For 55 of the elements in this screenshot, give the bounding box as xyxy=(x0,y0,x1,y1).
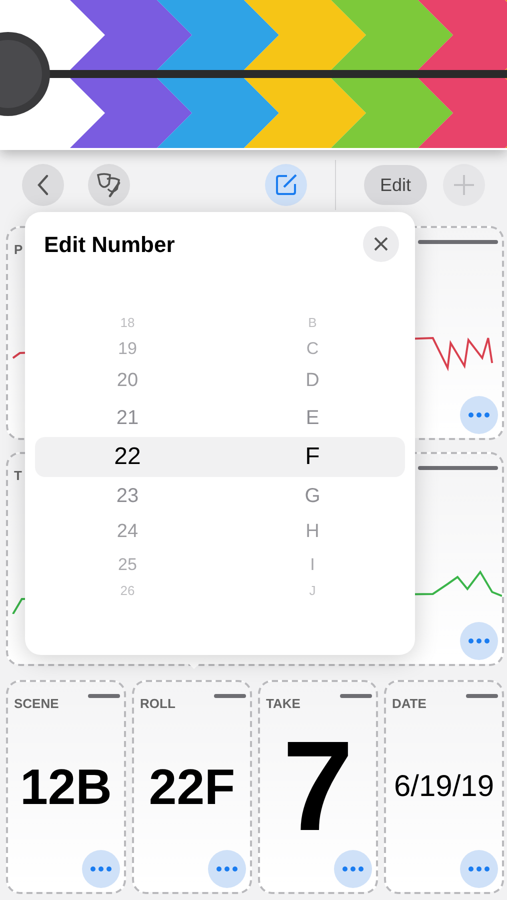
drag-handle[interactable] xyxy=(340,694,372,698)
edit-button[interactable]: Edit xyxy=(364,165,427,205)
slot-label: TAKE xyxy=(266,695,300,713)
more-button[interactable] xyxy=(208,850,246,888)
panel-label: P xyxy=(14,241,23,259)
theme-button[interactable] xyxy=(88,164,130,206)
picker-option[interactable]: J xyxy=(220,580,405,602)
panel-label: T xyxy=(14,467,22,485)
picker-option[interactable]: H xyxy=(220,515,405,550)
slot-value: 12B xyxy=(20,762,112,812)
more-icon xyxy=(342,866,364,872)
drag-handle[interactable] xyxy=(418,240,498,244)
picker-option[interactable]: I xyxy=(220,550,405,580)
close-icon xyxy=(374,237,388,251)
slot-label: SCENE xyxy=(14,695,59,713)
picker-option[interactable]: D xyxy=(220,364,405,399)
drag-handle[interactable] xyxy=(466,694,498,698)
back-button[interactable] xyxy=(22,164,64,206)
drag-handle[interactable] xyxy=(214,694,246,698)
slot-value: 6/19/19 xyxy=(394,772,494,802)
picker-option[interactable]: C xyxy=(220,334,405,364)
more-button[interactable] xyxy=(460,622,498,660)
picker-option[interactable]: 20 xyxy=(35,364,220,399)
popover-title: Edit Number xyxy=(44,230,175,258)
picker-option[interactable]: 18 xyxy=(35,312,220,334)
more-icon xyxy=(468,412,490,418)
plus-icon xyxy=(453,174,475,196)
more-icon xyxy=(468,638,490,644)
more-icon xyxy=(468,866,490,872)
picker-option[interactable]: F xyxy=(220,437,405,477)
close-button[interactable] xyxy=(363,226,399,262)
more-button[interactable] xyxy=(334,850,372,888)
slot-label: DATE xyxy=(392,695,426,713)
picker-option[interactable]: G xyxy=(220,477,405,515)
picker-option[interactable]: 25 xyxy=(35,550,220,580)
slot-label: ROLL xyxy=(140,695,176,713)
picker-option[interactable]: 21 xyxy=(35,399,220,437)
picker-option[interactable]: 19 xyxy=(35,334,220,364)
picker-option[interactable]: E xyxy=(220,399,405,437)
picker-option[interactable]: 23 xyxy=(35,477,220,515)
picker-option[interactable]: B xyxy=(220,312,405,334)
slot-value: 7 xyxy=(282,723,354,851)
more-button[interactable] xyxy=(82,850,120,888)
more-icon xyxy=(90,866,112,872)
slot-value: 22F xyxy=(148,762,236,812)
drag-handle[interactable] xyxy=(88,694,120,698)
compose-button[interactable] xyxy=(264,164,307,206)
drag-handle[interactable] xyxy=(418,466,498,470)
more-button[interactable] xyxy=(460,396,498,434)
more-icon xyxy=(216,866,238,872)
back-icon xyxy=(36,174,50,196)
more-button[interactable] xyxy=(460,850,498,888)
picker-option[interactable]: 22 xyxy=(35,437,220,477)
picker-option[interactable]: 24 xyxy=(35,515,220,550)
picker-option[interactable]: 26 xyxy=(35,580,220,602)
